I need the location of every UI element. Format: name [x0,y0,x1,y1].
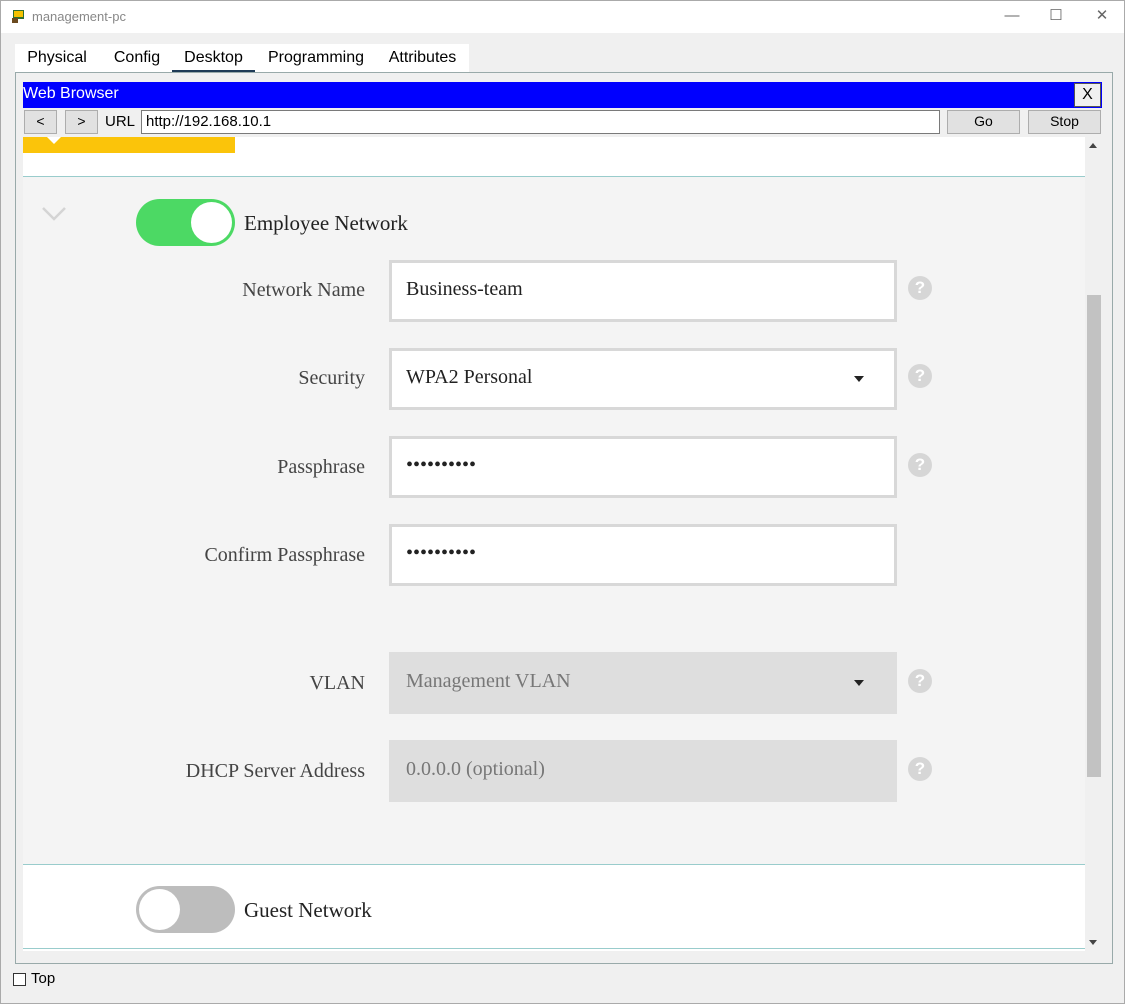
guest-network-toggle[interactable] [136,886,235,933]
vlan-select[interactable]: Management VLAN [389,652,897,714]
tab-attributes[interactable]: Attributes [377,44,468,73]
app-icon [12,10,24,23]
help-icon[interactable]: ? [908,757,932,781]
help-icon[interactable]: ? [908,364,932,388]
stop-button[interactable]: Stop [1028,110,1101,134]
confirm-passphrase-input[interactable]: •••••••••• [389,524,897,586]
network-name-input[interactable]: Business-team [389,260,897,322]
tab-desktop[interactable]: Desktop [172,44,255,73]
network-name-label: Network Name [242,279,365,301]
help-icon[interactable]: ? [908,276,932,300]
router-config-page: Employee Network Network Name Business-t… [23,137,1085,951]
go-button[interactable]: Go [947,110,1020,134]
dhcp-server-input[interactable]: 0.0.0.0 (optional) [389,740,897,802]
top-label: Top [31,970,56,987]
security-value: WPA2 Personal [406,366,533,388]
help-icon[interactable]: ? [908,669,932,693]
web-browser-title-bar: Web Browser X [23,82,1102,108]
minimize-icon[interactable]: — [989,1,1035,33]
dropdown-arrow-icon [854,680,864,686]
scroll-down-icon[interactable] [1089,940,1097,945]
scrollbar-thumb[interactable] [1087,295,1101,777]
web-browser-close-button[interactable]: X [1074,83,1101,107]
toggle-knob [191,202,232,243]
section-divider [23,948,1085,949]
vlan-value: Management VLAN [406,670,571,692]
chevron-down-icon[interactable] [40,205,68,223]
confirm-passphrase-label: Confirm Passphrase [204,544,365,566]
passphrase-input[interactable]: •••••••••• [389,436,897,498]
tab-physical[interactable]: Physical [15,44,99,73]
close-icon[interactable]: ✕ [1079,1,1125,33]
security-label: Security [298,367,365,389]
employee-network-toggle[interactable] [136,199,235,246]
help-icon[interactable]: ? [908,453,932,477]
url-label: URL [105,113,136,130]
tab-programming[interactable]: Programming [259,44,373,73]
dropdown-arrow-icon [854,376,864,382]
tab-bar: Physical Config Desktop Programming Attr… [15,44,469,73]
nav-highlight-bar [23,137,235,153]
maximize-icon[interactable]: ☐ [1033,1,1079,33]
section-divider [23,864,1085,865]
tab-config[interactable]: Config [102,44,172,73]
guest-network-label: Guest Network [244,898,372,922]
scroll-up-icon[interactable] [1089,143,1097,148]
window-title: management-pc [32,9,126,24]
back-button[interactable]: < [24,110,57,134]
url-input[interactable]: http://192.168.10.1 [141,110,940,134]
dhcp-server-label: DHCP Server Address [185,760,365,782]
window-title-bar[interactable]: management-pc — ☐ ✕ [1,1,1124,33]
passphrase-label: Passphrase [277,456,365,478]
toggle-knob [139,889,180,930]
vlan-label: VLAN [309,672,365,694]
top-checkbox[interactable] [13,973,26,986]
security-select[interactable]: WPA2 Personal [389,348,897,410]
nav-notch-icon [47,137,61,144]
web-browser-title: Web Browser [23,85,119,102]
employee-network-label: Employee Network [244,211,408,235]
vertical-scrollbar[interactable] [1086,137,1102,951]
forward-button[interactable]: > [65,110,98,134]
